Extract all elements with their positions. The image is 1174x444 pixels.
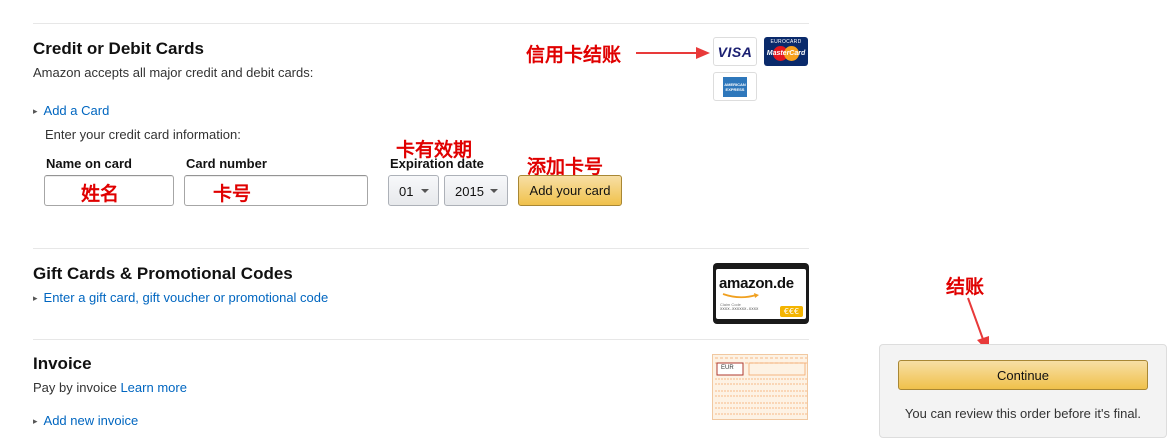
add-card-link-text: Add a Card (43, 103, 110, 118)
invoice-form-image: EUR (712, 354, 808, 420)
expiry-month-value: 01 (399, 184, 414, 199)
continue-button-label: Continue (996, 367, 1050, 383)
amazon-logo-text: amazon.de (719, 275, 794, 292)
learn-more-link[interactable]: Learn more (120, 380, 186, 395)
continue-button[interactable]: Continue (898, 360, 1148, 390)
add-your-card-button[interactable]: Add your card (518, 175, 622, 206)
add-invoice-link-text: Add new invoice (43, 413, 139, 428)
claim-code-label: Claim Code (720, 302, 741, 307)
card-number-label: Card number (186, 156, 267, 171)
amazon-smile-icon (722, 293, 759, 299)
add-card-link[interactable]: ▸ Add a Card (33, 103, 109, 118)
expiry-year-select[interactable]: 2015 (444, 175, 508, 206)
name-on-card-input[interactable]: 姓名 (44, 175, 174, 206)
expiry-month-select[interactable]: 01 (388, 175, 439, 206)
gift-code-link[interactable]: ▸ Enter a gift card, gift voucher or prom… (33, 290, 328, 305)
divider (33, 248, 809, 249)
checkout-box: Continue You can review this order befor… (879, 344, 1167, 438)
credit-section-title: Credit or Debit Cards (33, 39, 204, 58)
pay-by-invoice-row: Pay by invoice Learn more (33, 380, 187, 395)
pay-by-invoice-text: Pay by invoice (33, 380, 117, 395)
annotation-name: 姓名 (81, 183, 120, 205)
expiration-date-label: Expiration date (390, 156, 484, 171)
name-on-card-label: Name on card (46, 156, 132, 171)
mastercard-text: MasterCard (766, 50, 806, 57)
visa-text: VISA (717, 43, 753, 60)
claim-code-value: XXXX-XXXXXX-XXXX (720, 308, 759, 312)
amex-box: AMERICAN EXPRESS (723, 76, 747, 97)
credit-section-subtitle: Amazon accepts all major credit and debi… (33, 65, 314, 80)
annotation-number: 卡号 (213, 183, 252, 205)
eurocard-text: EUROCARD (770, 39, 802, 45)
expiry-year-value: 2015 (455, 184, 484, 199)
divider (33, 339, 809, 340)
gift-card-badge: €€€ (780, 306, 803, 317)
invoice-section-title: Invoice (33, 354, 92, 373)
enter-card-info-text: Enter your credit card information: (45, 127, 241, 142)
visa-logo: VISA (713, 37, 757, 66)
gift-code-link-text: Enter a gift card, gift voucher or promo… (43, 290, 329, 305)
chevron-down-icon (490, 189, 498, 193)
review-note-text: You can review this order before it's fi… (904, 406, 1142, 421)
amex-text: AMERICAN EXPRESS (724, 81, 746, 92)
add-invoice-link[interactable]: ▸ Add new invoice (33, 413, 138, 428)
add-your-card-label: Add your card (529, 183, 611, 198)
annotation-checkout: 结账 (946, 276, 985, 298)
chevron-down-icon (421, 189, 429, 193)
triangle-right-icon: ▸ (33, 293, 38, 303)
annotation-arrow-right-icon (636, 47, 710, 59)
mastercard-logo: EUROCARD MasterCard (764, 37, 808, 66)
gift-section-title: Gift Cards & Promotional Codes (33, 264, 293, 283)
annotation-credit-checkout: 信用卡结账 (526, 44, 622, 66)
card-number-input[interactable]: 卡号 (184, 175, 368, 206)
triangle-right-icon: ▸ (33, 106, 38, 116)
amex-logo: AMERICAN EXPRESS (713, 72, 757, 101)
invoice-currency-label: EUR (721, 365, 734, 371)
gift-card-face: amazon.de Claim Code XXXX-XXXXXX-XXXX €€… (716, 269, 806, 319)
amazon-gift-card-image: amazon.de Claim Code XXXX-XXXXXX-XXXX €€… (713, 263, 809, 324)
divider (33, 23, 809, 24)
triangle-right-icon: ▸ (33, 416, 38, 426)
